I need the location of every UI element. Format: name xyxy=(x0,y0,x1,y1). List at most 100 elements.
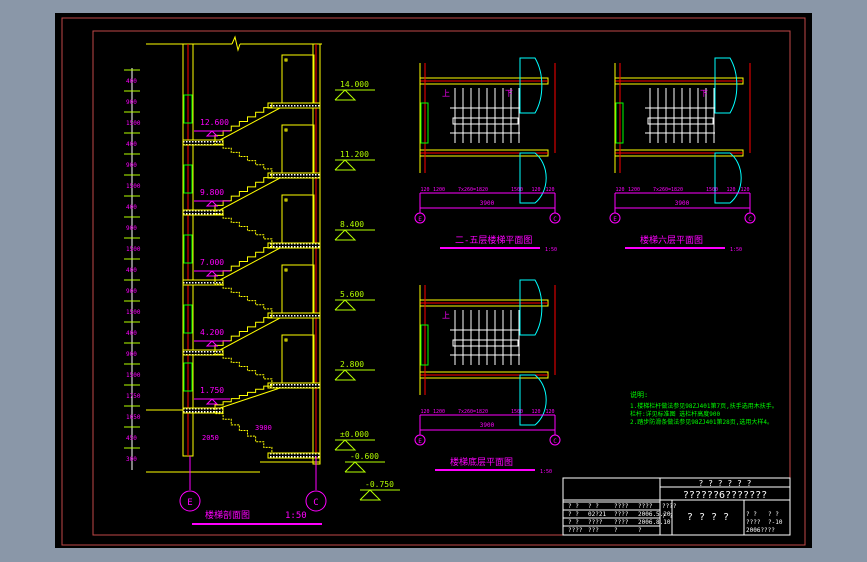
dim-left-text: 1500 xyxy=(126,309,141,316)
dim-left-text: 900 xyxy=(126,288,137,295)
tb-cell: ? ? xyxy=(768,511,779,518)
floor-slab xyxy=(267,382,321,389)
tb-cell: ? ? xyxy=(568,519,579,526)
plan-title: 二-五层楼梯平面图 xyxy=(455,234,532,246)
plan-dim-text: 1200 xyxy=(628,187,640,193)
plan-dim-text: 7x260=1820 xyxy=(458,187,488,193)
floor-level-label: 2.800 xyxy=(340,360,364,369)
notes-line: 1.楼梯栏杆做法参见98ZJ401第7页,扶手选用木扶手。 xyxy=(630,402,778,410)
tb-cell: 02?21 xyxy=(588,511,606,518)
landing-level-label: 7.000 xyxy=(200,258,224,267)
dim-left-text: 400 xyxy=(126,141,137,148)
cad-drawing-canvas: 12.600 9.800 7.000 4.200 1.750 2050 3900 400 900… xyxy=(55,13,812,548)
down-label: 下 xyxy=(505,89,513,98)
tb-cell: ? ? xyxy=(662,513,673,520)
floor-level-label: 5.600 xyxy=(340,290,364,299)
plan-dim-text: 120 xyxy=(545,187,554,193)
tb-cell: ???? xyxy=(614,511,629,518)
dim-left-text: 1500 xyxy=(126,120,141,127)
tb-cell: ? ? xyxy=(746,511,757,518)
tb-cell: 2006.8.10 xyxy=(638,519,671,526)
axis-label: E xyxy=(187,498,192,508)
floor-level-label: ±0.000 xyxy=(340,430,369,439)
tb-cell: ???? xyxy=(614,519,629,526)
dim-left-text: 1500 xyxy=(126,372,141,379)
notes-heading: 说明: xyxy=(630,390,648,399)
tb-cell: ? ? xyxy=(588,503,599,510)
dim-left-text: 900 xyxy=(126,162,137,169)
dim-left-text: 400 xyxy=(126,330,137,337)
notes-line: 栏杆:详见标准图 选栏杆高度900 xyxy=(630,410,720,418)
dim-left-text: 400 xyxy=(126,204,137,211)
landing-level-label: 12.600 xyxy=(200,118,229,127)
section-scale: 1:50 xyxy=(285,511,307,521)
floor-level-label: -0.600 xyxy=(350,452,379,461)
landing-level-label: 1.750 xyxy=(200,386,224,395)
plan-scale: 1:50 xyxy=(540,469,552,475)
floor-level-label: -0.750 xyxy=(365,480,394,489)
floor-level-label: 11.200 xyxy=(340,150,369,159)
plan-total-dim: 3900 xyxy=(480,200,495,207)
floor-slab xyxy=(267,102,321,109)
plan-dim-text: 120 xyxy=(615,187,624,193)
section-title: 楼梯剖面图 xyxy=(205,509,250,521)
axis-label: C xyxy=(553,216,557,223)
tb-header-top: ? ? ? ? ? ? xyxy=(699,479,752,488)
dim-left-text: 900 xyxy=(126,225,137,232)
tb-cell: ? xyxy=(614,527,618,534)
tb-cell: ??? xyxy=(588,527,599,534)
landing-level-label: 9.800 xyxy=(200,188,224,197)
plan-dim-text: 120 xyxy=(531,409,540,415)
tb-cell: ?-10 xyxy=(768,519,783,526)
plan-total-dim: 3900 xyxy=(480,422,495,429)
plan-dim-text: 1500 xyxy=(511,187,523,193)
plan-title: 楼梯六层平面图 xyxy=(640,234,703,246)
tb-cell: ???? xyxy=(614,503,629,510)
dim-left-text: 1050 xyxy=(126,414,141,421)
plan-dim-text: 120 xyxy=(531,187,540,193)
plan-dim-text: 120 xyxy=(740,187,749,193)
plan-scale: 1:50 xyxy=(545,247,557,253)
landing-slab xyxy=(182,407,224,414)
dim-left-text: 400 xyxy=(126,78,137,85)
floor-slab xyxy=(267,312,321,319)
axis-label: C xyxy=(313,498,318,508)
dim-left-text: 300 xyxy=(126,456,137,463)
notes-line: 2.踏步防滑条做法参见98ZJ401第28页,选用大样4。 xyxy=(630,418,773,426)
plan-dim-text: 7x260=1820 xyxy=(653,187,683,193)
up-label: 上 xyxy=(442,311,450,320)
plan-dim-text: 7x260=1820 xyxy=(458,409,488,415)
landing-level-label: 4.200 xyxy=(200,328,224,337)
dim-left-text: 450 xyxy=(126,435,137,442)
axis-label: C xyxy=(553,438,557,445)
tb-cell: ???? xyxy=(662,503,677,510)
tb-cell: 2006???? xyxy=(746,527,775,534)
floor-level-label: 8.400 xyxy=(340,220,364,229)
axis-label: E xyxy=(613,216,617,223)
floor-slab xyxy=(267,172,321,179)
plan-dim-text: 1500 xyxy=(706,187,718,193)
floor-slab xyxy=(267,452,321,459)
floor-slab xyxy=(267,242,321,249)
floor-level-label: 14.000 xyxy=(340,80,369,89)
tb-cell: ? xyxy=(638,527,642,534)
dim-left-text: 1500 xyxy=(126,246,141,253)
dim-left-text: 900 xyxy=(126,99,137,106)
plan-scale: 1:50 xyxy=(730,247,742,253)
dim-text: 3900 xyxy=(255,424,272,432)
tb-cell: ???? xyxy=(568,527,583,534)
down-label: 下 xyxy=(700,89,708,98)
tb-cell: ???? xyxy=(638,503,653,510)
plan-dim-text: 120 xyxy=(420,187,429,193)
tb-cell: ? ? xyxy=(568,511,579,518)
dim-left-text: 900 xyxy=(126,351,137,358)
plan-total-dim: 3900 xyxy=(675,200,690,207)
tb-cell: ???? xyxy=(746,519,761,526)
tb-project-name: ??????6??????? xyxy=(683,490,767,501)
tb-drawing-name: ? ? ? ? xyxy=(687,512,729,523)
plan-title: 楼梯底层平面图 xyxy=(450,456,513,468)
plan-dim-text: 1200 xyxy=(433,187,445,193)
up-label: 上 xyxy=(442,89,450,98)
dim-left-text: 400 xyxy=(126,267,137,274)
axis-label: C xyxy=(748,216,752,223)
